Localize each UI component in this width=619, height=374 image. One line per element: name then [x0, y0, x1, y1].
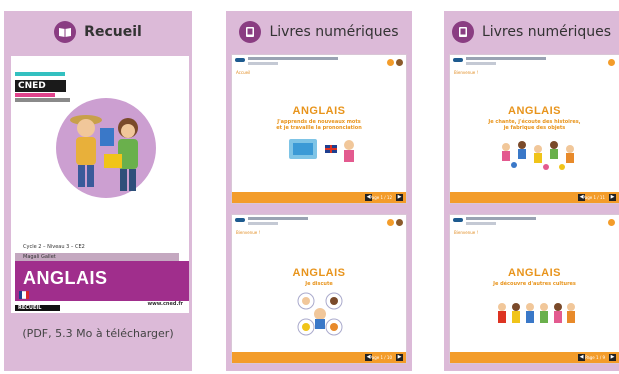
next-page-button[interactable]: ▶ [396, 354, 403, 361]
screen-header-text [248, 217, 308, 220]
screen-topbar [450, 55, 619, 69]
recueil-cover-link[interactable]: CNED Cycle 2 – Niveau 3 – CE2 Magali Gal… [11, 56, 189, 313]
livres-title-2: Livres numériques [481, 24, 612, 40]
screen-title: ANGLAIS [508, 105, 561, 117]
vocabulary-illustration [289, 139, 354, 162]
recueil-header: Recueil [4, 17, 192, 47]
tablet-icon [239, 21, 262, 43]
screen-header-text [466, 217, 536, 220]
screen-sub: Bienvenue ! [236, 230, 261, 235]
cover-level: Cycle 2 – Niveau 3 – CE2 [23, 244, 85, 250]
screen-title: ANGLAIS [292, 267, 346, 279]
ebook-thumbnail-songs[interactable]: Bienvenue ! ANGLAIS Je chante, j'écoute … [450, 55, 619, 203]
screen-subtitle: Je chante, j'écoute des histoires, je fa… [488, 119, 581, 131]
screen-sub: Bienvenue ! [454, 70, 479, 75]
screen-subtitle: J'apprends de nouveaux mots et je travai… [276, 119, 362, 131]
screen-topbar [450, 215, 619, 229]
cultures-illustration [498, 303, 575, 323]
cover-stripe-teal [15, 72, 65, 76]
screen-dot [608, 59, 615, 66]
screen-title: ANGLAIS [292, 105, 346, 117]
songs-illustration [502, 141, 574, 170]
book-icon [54, 21, 77, 43]
cned-mini-logo [453, 58, 463, 62]
discussion-illustration [297, 292, 343, 336]
cover-author: Magali Gallet [15, 253, 179, 261]
screen-topbar [232, 55, 406, 69]
screen-header-text [248, 57, 338, 60]
next-page-button[interactable]: ▶ [396, 194, 403, 201]
cned-mini-logo [453, 218, 463, 222]
screen-dot [396, 59, 403, 66]
screen-subtitle: Je découvre d'autres cultures [493, 281, 576, 287]
cover-site: www.cned.fr [147, 301, 183, 307]
ebook-thumbnail-cultures[interactable]: Bienvenue ! ANGLAIS Je découvre d'autres… [450, 215, 619, 363]
screen-dot [608, 219, 615, 226]
republic-logo [19, 291, 29, 299]
screen-dot [387, 219, 394, 226]
tablet-icon [451, 21, 474, 43]
cover-recueil-tag: RECUEIL [15, 305, 60, 311]
livres-panel-1: Livres numériques Accueil ANGLAIS J'appr… [226, 11, 412, 371]
page-indicator: Page 1 / 10 [369, 355, 392, 360]
screen-dot [387, 59, 394, 66]
livres-title-1: Livres numériques [269, 24, 399, 40]
cned-mini-logo [235, 218, 245, 222]
ebook-thumbnail-vocabulary[interactable]: Accueil ANGLAIS J'apprends de nouveaux m… [232, 55, 406, 203]
page-indicator: Page 1 / 11 [582, 195, 605, 200]
livres-panel-2: Livres numériques Bienvenue ! ANGLAIS Je… [444, 11, 619, 371]
cover-stripe-pink [15, 93, 55, 97]
cover-title: ANGLAIS [23, 268, 108, 288]
screen-header-text [466, 62, 496, 65]
next-page-button[interactable]: ▶ [609, 194, 616, 201]
prev-page-button[interactable]: ◀ [578, 354, 585, 361]
screen-header-text [466, 57, 546, 60]
recueil-panel: Recueil CNED Cycle 2 – Niveau 3 – CE2 Ma… [4, 11, 192, 371]
screen-topbar [232, 215, 406, 229]
page-indicator: Page 1 / 9 [585, 355, 605, 360]
screen-header-text [466, 222, 496, 225]
ebook-thumbnail-discuss[interactable]: Bienvenue ! ANGLAIS Je discute ◀ Page 1 … [232, 215, 406, 363]
livres-header-2: Livres numériques [444, 17, 619, 47]
next-page-button[interactable]: ▶ [609, 354, 616, 361]
children-illustration [70, 115, 138, 191]
screen-header-text [248, 222, 278, 225]
cned-logo: CNED [15, 80, 66, 92]
screen-header-text [248, 62, 278, 65]
page-indicator: Page 1 / 12 [369, 195, 392, 200]
cned-mini-logo [235, 58, 245, 62]
recueil-title: Recueil [84, 24, 142, 40]
screen-sub: Bienvenue ! [454, 230, 479, 235]
screen-subtitle: Je discute [305, 281, 333, 287]
screen-sub: Accueil [236, 70, 251, 75]
recueil-caption: (PDF, 5.3 Mo à télécharger) [22, 327, 174, 340]
screen-title: ANGLAIS [508, 267, 561, 279]
livres-header-1: Livres numériques [226, 17, 412, 47]
screen-dot [396, 219, 403, 226]
